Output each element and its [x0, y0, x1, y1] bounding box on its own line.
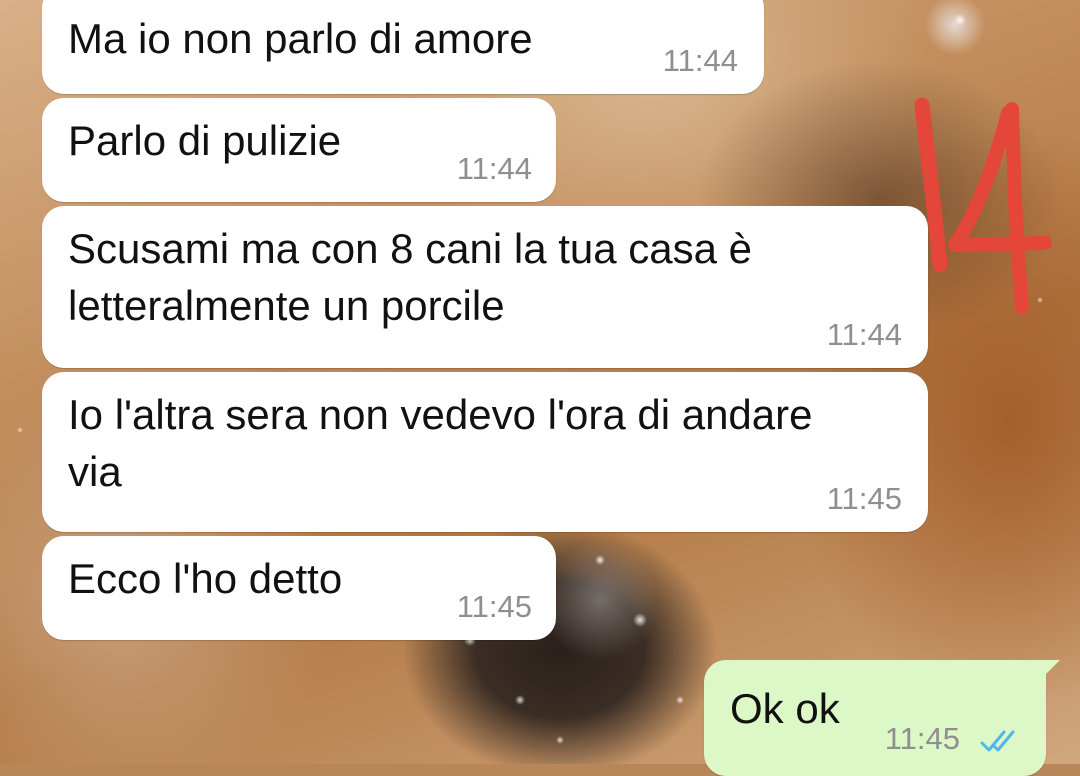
- double-check-icon: [980, 730, 1015, 752]
- message-text: Parlo di pulizie: [68, 117, 342, 164]
- message-text-line-2: letteralmente un porcile: [68, 282, 505, 329]
- message-timestamp: 11:44: [662, 43, 738, 78]
- message-bubble-incoming[interactable]: Ma io non parlo di amore 11:44: [42, 0, 764, 94]
- message-timestamp: 11:44: [456, 151, 532, 186]
- message-timestamp: 11:44: [826, 317, 902, 352]
- message-timestamp: 11:45: [884, 721, 960, 756]
- message-bubble-incoming[interactable]: Io l'altra sera non vedevo l'ora di anda…: [42, 372, 928, 532]
- message-text-line-1: Io l'altra sera non vedevo l'ora di anda…: [68, 391, 813, 438]
- message-bubble-incoming[interactable]: Ecco l'ho detto 11:45: [42, 536, 556, 640]
- message-text: Ecco l'ho detto: [68, 555, 343, 602]
- message-text-line-2: via: [68, 448, 122, 495]
- message-text: Ok ok: [730, 685, 840, 732]
- message-list[interactable]: Ma io non parlo di amore 11:44 Parlo di …: [0, 0, 1080, 776]
- message-bubble-incoming[interactable]: Scusami ma con 8 cani la tua casa è lett…: [42, 206, 928, 368]
- message-bubble-incoming[interactable]: Parlo di pulizie 11:44: [42, 98, 556, 202]
- message-timestamp: 11:45: [456, 589, 532, 624]
- message-timestamp: 11:45: [826, 481, 902, 516]
- bubble-tail: [1042, 660, 1060, 678]
- message-text-line-1: Scusami ma con 8 cani la tua casa è: [68, 225, 753, 272]
- message-bubble-outgoing[interactable]: Ok ok 11:45: [704, 660, 1060, 776]
- message-text: Ma io non parlo di amore: [68, 15, 533, 62]
